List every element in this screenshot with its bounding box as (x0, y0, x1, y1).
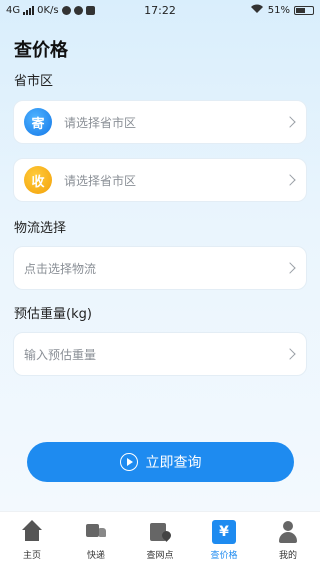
region-label: 省市区 (14, 74, 54, 89)
logistics-label: 物流选择 (14, 221, 67, 236)
logistics-select[interactable]: 点击选择物流 (13, 246, 307, 290)
tab-label: 主页 (22, 551, 41, 561)
tab-home[interactable]: 主页 (0, 512, 64, 569)
bottom-tabbar: 主页 快递 查网点 ¥ 查价格 我的 (0, 511, 320, 569)
query-button[interactable]: 立即查询 (27, 442, 294, 482)
tab-label: 查价格 (210, 551, 238, 561)
status-right: 51% (250, 4, 314, 17)
chevron-right-icon (284, 262, 296, 274)
box-location-icon (148, 520, 172, 544)
chevron-right-icon (284, 116, 296, 128)
play-circle-icon (119, 453, 138, 471)
tab-label: 查网点 (146, 551, 174, 561)
yen-icon: ¥ (212, 520, 236, 544)
tab-label: 我的 (278, 551, 297, 561)
chevron-right-icon (284, 348, 296, 360)
tab-express[interactable]: 快递 (64, 512, 128, 569)
sender-region-placeholder: 请选择省市区 (64, 115, 137, 130)
tab-label: 快递 (86, 551, 105, 561)
logistics-placeholder: 点击选择物流 (24, 261, 97, 276)
weight-label: 预估重量(kg) (14, 307, 92, 322)
weight-placeholder: 输入预估重量 (24, 347, 97, 362)
tab-outlets[interactable]: 查网点 (128, 512, 192, 569)
receiver-badge: 收 (24, 166, 52, 194)
sender-region-select[interactable]: 寄 请选择省市区 (13, 100, 307, 144)
battery-icon (294, 6, 314, 15)
receiver-region-placeholder: 请选择省市区 (64, 173, 137, 188)
status-bar: 4G 0K/s 17:22 51% (0, 0, 320, 24)
tab-price[interactable]: ¥ 查价格 (192, 512, 256, 569)
receiver-region-select[interactable]: 收 请选择省市区 (13, 158, 307, 202)
weight-input[interactable]: 输入预估重量 (13, 332, 307, 376)
tab-mine[interactable]: 我的 (256, 512, 320, 569)
person-icon (276, 520, 300, 544)
home-icon (20, 520, 44, 544)
sender-badge: 寄 (24, 108, 52, 136)
page-title: 查价格 (14, 40, 68, 61)
wifi-icon (250, 4, 264, 17)
query-button-label: 立即查询 (145, 455, 202, 471)
truck-icon (84, 520, 108, 544)
chevron-right-icon (284, 174, 296, 186)
battery-percent: 51% (267, 5, 290, 16)
